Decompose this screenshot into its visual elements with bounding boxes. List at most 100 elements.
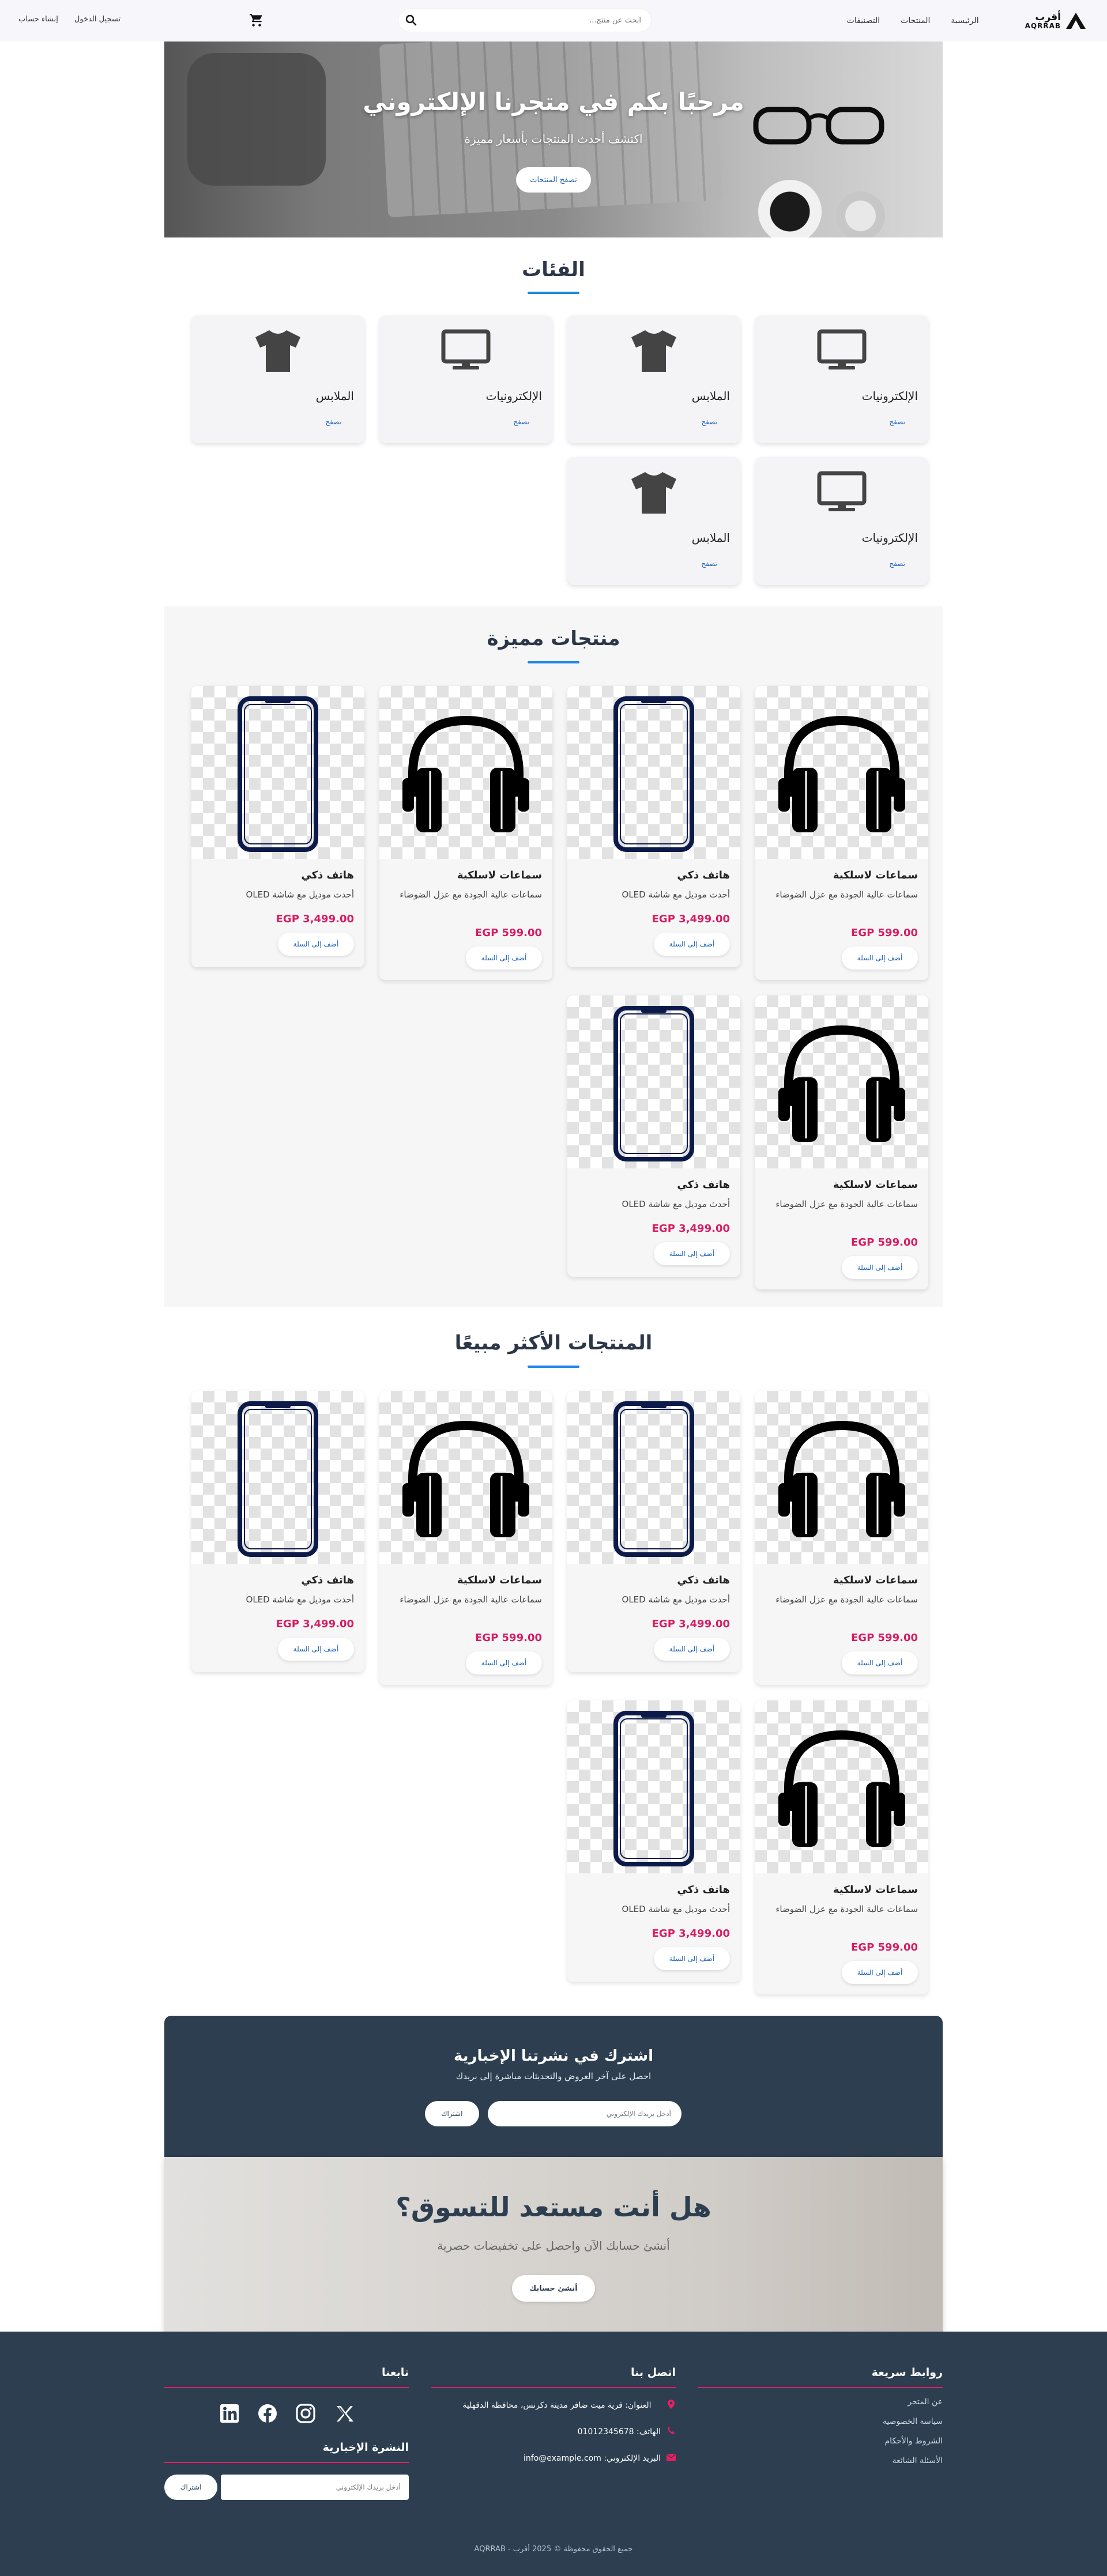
newsletter-email-input[interactable] xyxy=(488,2101,681,2126)
product-name: هاتف ذكي xyxy=(301,869,354,881)
product-description: سماعات عالية الجودة مع عزل الضوضاء xyxy=(400,889,542,900)
hero-subtitle: اكتشف أحدث المنتجات بأسعار مميزة xyxy=(464,132,643,146)
category-card[interactable]: الملابس تصفح xyxy=(567,315,740,443)
headphones-image xyxy=(755,995,928,1168)
footer-newsletter-email-input[interactable] xyxy=(221,2475,409,2500)
category-browse-link[interactable]: تصفح xyxy=(701,418,717,426)
product-card[interactable]: سماعات لاسلكية سماعات عالية الجودة مع عزل… xyxy=(379,686,552,980)
envelope-icon xyxy=(667,2454,676,2461)
brand-logo[interactable]: أقرب AQRRAB xyxy=(1025,12,1086,29)
product-card[interactable]: هاتف ذكي أحدث موديل مع شاشة OLED EGP 3,499… xyxy=(567,995,740,1277)
add-to-cart-button[interactable]: أضف إلى السلة xyxy=(654,933,730,956)
category-name: الملابس xyxy=(315,389,354,403)
add-to-cart-button[interactable]: أضف إلى السلة xyxy=(466,1651,542,1674)
category-card[interactable]: الملابس تصفح xyxy=(191,315,364,443)
footer-link-privacy[interactable]: سياسة الخصوصية xyxy=(698,2417,943,2426)
product-card[interactable]: سماعات لاسلكية سماعات عالية الجودة مع عزل… xyxy=(755,1391,928,1685)
footer-newsletter-form: اشتراك xyxy=(164,2475,409,2501)
hero-image-cup xyxy=(758,180,822,237)
hero-image-pouch xyxy=(187,53,326,186)
footer-link-about[interactable]: عن المتجر xyxy=(698,2397,943,2407)
product-description: سماعات عالية الجودة مع عزل الضوضاء xyxy=(775,1594,918,1605)
category-browse-link[interactable]: تصفح xyxy=(701,560,717,568)
add-to-cart-button[interactable]: أضف إلى السلة xyxy=(278,1638,354,1661)
category-name: الملابس xyxy=(691,389,730,403)
category-browse-link[interactable]: تصفح xyxy=(325,418,341,426)
product-card[interactable]: هاتف ذكي أحدث موديل مع شاشة OLED EGP 3,499… xyxy=(567,1700,740,1982)
product-name: هاتف ذكي xyxy=(301,1574,354,1586)
product-card[interactable]: هاتف ذكي أحدث موديل مع شاشة OLED EGP 3,499… xyxy=(191,1391,364,1672)
hero-title: مرحبًا بكم في متجرنا الإلكتروني xyxy=(363,88,744,116)
product-name: هاتف ذكي xyxy=(677,869,730,881)
headphones-image xyxy=(755,686,928,859)
footer-link-faq[interactable]: الأسئلة الشائعة xyxy=(698,2456,943,2465)
category-name: الإلكترونيات xyxy=(861,531,918,545)
category-card[interactable]: الإلكترونيات تصفح xyxy=(379,315,552,443)
tshirt-icon xyxy=(628,466,680,518)
product-name: سماعات لاسلكية xyxy=(833,1884,918,1896)
product-price: EGP 3,499.00 xyxy=(652,1928,730,1940)
x-twitter-icon[interactable] xyxy=(333,2403,354,2424)
add-to-cart-button[interactable]: أضف إلى السلة xyxy=(842,1256,918,1279)
product-price: EGP 3,499.00 xyxy=(276,1618,354,1630)
newsletter-subtitle: احصل على آخر العروض والتحديثات مباشرة إل… xyxy=(455,2071,652,2081)
phone-image xyxy=(567,686,740,859)
product-price: EGP 599.00 xyxy=(851,1236,918,1249)
add-to-cart-button[interactable]: أضف إلى السلة xyxy=(278,933,354,956)
brand-name-en: AQRRAB xyxy=(1025,21,1061,30)
product-card[interactable]: سماعات لاسلكية سماعات عالية الجودة مع عزل… xyxy=(755,1700,928,1994)
add-to-cart-button[interactable]: أضف إلى السلة xyxy=(842,1651,918,1674)
nav-link-home[interactable]: الرئيسية xyxy=(951,16,978,25)
cart-icon[interactable] xyxy=(249,13,264,28)
product-name: سماعات لاسلكية xyxy=(833,1574,918,1586)
product-description: أحدث موديل مع شاشة OLED xyxy=(622,1199,730,1209)
category-browse-link[interactable]: تصفح xyxy=(889,418,905,426)
product-description: أحدث موديل مع شاشة OLED xyxy=(246,889,354,900)
category-browse-link[interactable]: تصفح xyxy=(513,418,529,426)
linkedin-icon[interactable] xyxy=(219,2403,240,2424)
product-card[interactable]: سماعات لاسلكية سماعات عالية الجودة مع عزل… xyxy=(379,1391,552,1685)
facebook-icon[interactable] xyxy=(257,2403,278,2424)
create-account-button[interactable]: أنشئ حسابك xyxy=(512,2275,595,2302)
monitor-icon xyxy=(816,325,868,376)
search-button[interactable] xyxy=(404,13,419,28)
footer-quick-links-title: روابط سريعة xyxy=(698,2366,943,2388)
product-card[interactable]: سماعات لاسلكية سماعات عالية الجودة مع عزل… xyxy=(755,686,928,980)
signup-link[interactable]: إنشاء حساب xyxy=(18,15,58,24)
monitor-icon xyxy=(440,325,492,376)
add-to-cart-button[interactable]: أضف إلى السلة xyxy=(842,946,918,970)
product-price: EGP 599.00 xyxy=(475,927,542,939)
nav-link-products[interactable]: المنتجات xyxy=(901,16,930,25)
category-browse-link[interactable]: تصفح xyxy=(889,560,905,568)
nav-link-categories[interactable]: التصنيفات xyxy=(847,16,880,25)
category-card[interactable]: الإلكترونيات تصفح xyxy=(755,315,928,443)
phone-image xyxy=(567,1391,740,1564)
headphones-image xyxy=(755,1391,928,1564)
footer-link-terms[interactable]: الشروط والأحكام xyxy=(698,2437,943,2446)
product-card[interactable]: هاتف ذكي أحدث موديل مع شاشة OLED EGP 3,499… xyxy=(567,686,740,967)
footer-follow-title: تابعنا xyxy=(164,2366,409,2388)
product-description: أحدث موديل مع شاشة OLED xyxy=(622,1904,730,1914)
headphones-image xyxy=(755,1700,928,1873)
browse-products-button[interactable]: تصفح المنتجات xyxy=(516,167,591,193)
instagram-icon[interactable] xyxy=(295,2403,316,2424)
categories-title: الفئات xyxy=(522,258,585,281)
add-to-cart-button[interactable]: أضف إلى السلة xyxy=(654,1242,730,1265)
product-card[interactable]: سماعات لاسلكية سماعات عالية الجودة مع عزل… xyxy=(755,995,928,1289)
main-nav: الرئيسية المنتجات التصنيفات xyxy=(847,16,979,25)
footer-newsletter-subscribe-button[interactable]: اشتراك xyxy=(164,2475,217,2500)
add-to-cart-button[interactable]: أضف إلى السلة xyxy=(466,946,542,970)
newsletter-subscribe-button[interactable]: اشتراك xyxy=(425,2101,479,2126)
add-to-cart-button[interactable]: أضف إلى السلة xyxy=(654,1947,730,1970)
product-price: EGP 3,499.00 xyxy=(652,1223,730,1235)
add-to-cart-button[interactable]: أضف إلى السلة xyxy=(842,1961,918,1984)
category-card[interactable]: الإلكترونيات تصفح xyxy=(755,457,928,585)
add-to-cart-button[interactable]: أضف إلى السلة xyxy=(654,1638,730,1661)
product-description: سماعات عالية الجودة مع عزل الضوضاء xyxy=(775,1904,918,1914)
product-card[interactable]: هاتف ذكي أحدث موديل مع شاشة OLED EGP 3,499… xyxy=(191,686,364,967)
search-input[interactable] xyxy=(419,16,641,25)
login-link[interactable]: تسجيل الدخول xyxy=(74,15,121,24)
product-card[interactable]: هاتف ذكي أحدث موديل مع شاشة OLED EGP 3,499… xyxy=(567,1391,740,1672)
product-price: EGP 599.00 xyxy=(851,1941,918,1953)
category-card[interactable]: الملابس تصفح xyxy=(567,457,740,585)
